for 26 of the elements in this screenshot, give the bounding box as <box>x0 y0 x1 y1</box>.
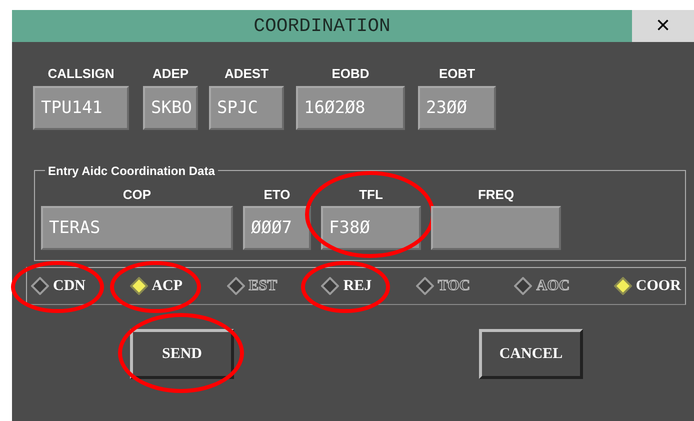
radio-option[interactable]: ACP <box>130 274 183 298</box>
field-label: ETO <box>262 186 292 204</box>
field-label: CALLSIGN <box>46 65 116 83</box>
text-field[interactable]: SKBO <box>143 86 198 130</box>
field-label: EOBD <box>330 65 370 83</box>
text-field[interactable]: TPU141 <box>33 86 129 130</box>
window-title: COORDINATION <box>252 14 392 39</box>
field-label: ADEP <box>151 65 190 83</box>
dialog-button[interactable]: CANCEL <box>479 329 583 379</box>
text-field[interactable]: ØØØ7 <box>243 206 311 250</box>
text-field[interactable]: SPJC <box>209 86 284 130</box>
radio-option[interactable]: COOR <box>614 274 681 298</box>
text-field[interactable] <box>431 206 561 250</box>
radio-option[interactable]: CDN <box>31 274 86 298</box>
radio-option[interactable]: REJ <box>321 274 372 298</box>
field-label: TFL <box>358 186 384 204</box>
text-field[interactable]: TERAS <box>41 206 233 250</box>
close-button[interactable]: × <box>632 10 694 42</box>
field-label: EOBT <box>438 65 476 83</box>
field-label: ADEST <box>223 65 270 83</box>
dialog-button[interactable]: SEND <box>130 329 234 379</box>
field-label: FREQ <box>476 186 516 204</box>
text-field[interactable]: 16Ø2Ø8 <box>296 86 405 130</box>
text-field[interactable]: 23ØØ <box>418 86 496 130</box>
field-label: COP <box>122 186 152 204</box>
text-field[interactable]: F38Ø <box>321 206 421 250</box>
